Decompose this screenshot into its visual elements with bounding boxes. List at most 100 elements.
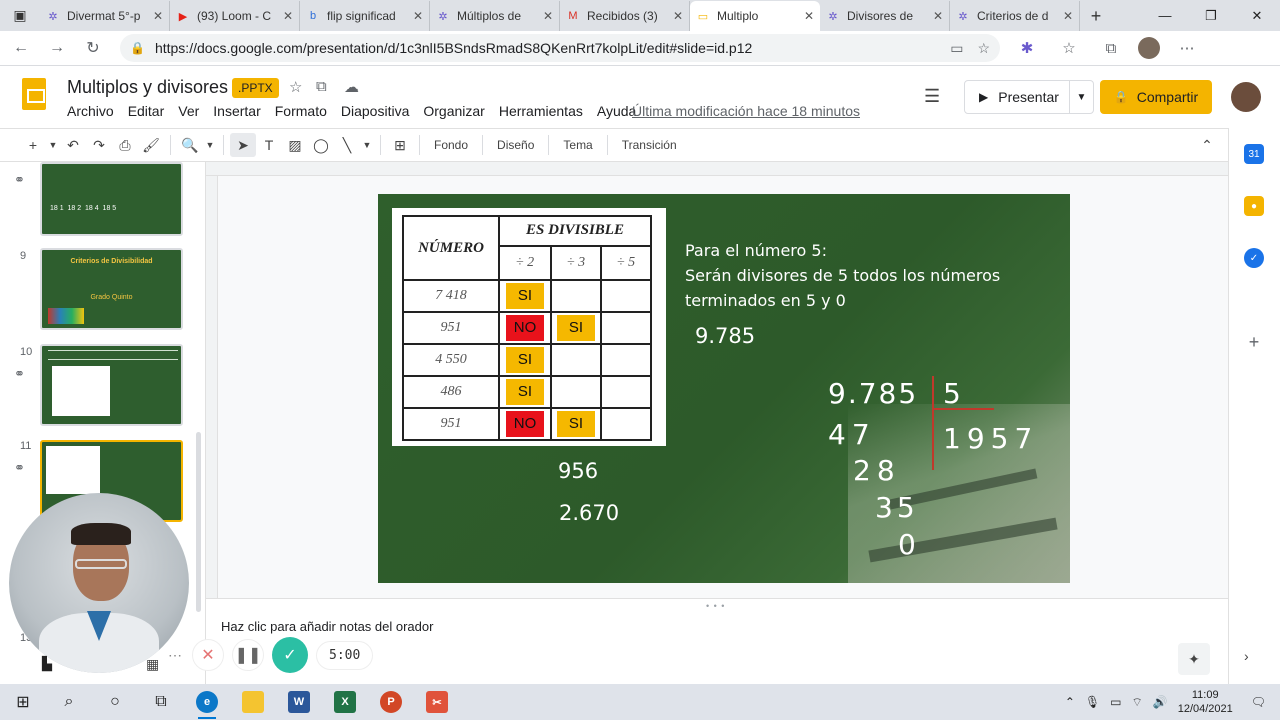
minimize-icon[interactable]: — [1142, 0, 1188, 31]
notes-resize-handle[interactable]: • • • [706, 601, 725, 611]
browser-tab[interactable]: M Recibidos (3) ✕ [560, 1, 690, 31]
browser-tab[interactable]: ✲ Divisores de ✕ [820, 1, 950, 31]
select-pointer-icon[interactable]: ➤ [230, 133, 256, 157]
move-folder-icon[interactable]: ⧉ [316, 78, 327, 95]
comments-icon[interactable]: ☰ [924, 86, 940, 107]
forward-icon[interactable]: → [42, 33, 72, 63]
user-avatar[interactable] [1231, 82, 1261, 112]
collections-icon[interactable]: ⧉ [1096, 33, 1126, 63]
notifications-icon[interactable]: 🗨 [1251, 695, 1266, 709]
layout-button[interactable]: Diseño [489, 138, 542, 152]
cortana-icon[interactable]: ○ [92, 684, 138, 720]
close-tab-icon[interactable]: ✕ [413, 9, 423, 23]
share-button[interactable]: 🔒 Compartir [1100, 80, 1212, 114]
line-dropdown-icon[interactable]: ▼ [360, 140, 374, 150]
menu-archivo[interactable]: Archivo [67, 103, 114, 119]
image-icon[interactable]: ▨ [282, 137, 308, 154]
calendar-icon[interactable]: 31 [1244, 144, 1264, 164]
current-slide[interactable]: NÚMERO ES DIVISIBLE ÷ 2 ÷ 3 ÷ 5 7 418 SI… [378, 194, 1070, 583]
close-window-icon[interactable]: ✕ [1234, 0, 1280, 31]
camera-icon[interactable]: ▭ [950, 40, 963, 57]
clock[interactable]: 11:09 12/04/2021 [1178, 688, 1233, 716]
add-comment-icon[interactable]: ⊞ [387, 137, 413, 154]
close-tab-icon[interactable]: ✕ [673, 9, 683, 23]
word-icon[interactable]: W [276, 684, 322, 720]
browser-tab[interactable]: ✲ Divermat 5°-p ✕ [40, 1, 170, 31]
cancel-recording-icon[interactable]: ✕ [192, 639, 224, 671]
shape-icon[interactable]: ◯ [308, 137, 334, 154]
close-tab-icon[interactable]: ✕ [1063, 9, 1073, 23]
browser-tab[interactable]: ✲ Múltiplos de ✕ [430, 1, 560, 31]
tab-actions-icon[interactable]: ▣ [0, 0, 40, 31]
close-tab-icon[interactable]: ✕ [153, 9, 163, 23]
line-icon[interactable]: ╲ [334, 137, 360, 154]
extension-icon[interactable]: ✱ [1012, 33, 1042, 63]
new-tab-button[interactable]: + [1080, 1, 1112, 31]
browser-tab[interactable]: b flip significad ✕ [300, 1, 430, 31]
collapse-toolbar-icon[interactable]: ⌃ [1194, 137, 1220, 154]
transition-button[interactable]: Transición [614, 138, 685, 152]
text-box-icon[interactable]: T [256, 137, 282, 153]
snipping-tool-icon[interactable]: ✂ [414, 684, 460, 720]
zoom-icon[interactable]: 🔍 [177, 137, 203, 154]
menu-formato[interactable]: Formato [275, 103, 327, 119]
slide-thumbnail[interactable] [40, 344, 183, 426]
browser-profile-avatar[interactable] [1138, 37, 1160, 59]
slide-thumbnail[interactable]: Criterios de Divisibilidad Grado Quinto [40, 248, 183, 330]
search-icon[interactable]: ⌕ [46, 684, 92, 720]
excel-icon[interactable]: X [322, 684, 368, 720]
menu-ver[interactable]: Ver [178, 103, 199, 119]
slides-logo-icon[interactable] [22, 78, 46, 110]
file-explorer-icon[interactable] [230, 684, 276, 720]
undo-icon[interactable]: ↶ [60, 137, 86, 154]
document-title[interactable]: Multiplos y divisores [67, 77, 228, 98]
more-menu-icon[interactable]: ⋯ [1172, 33, 1202, 63]
microphone-icon[interactable]: 🎙 [1085, 695, 1100, 709]
pause-recording-icon[interactable]: ❚❚ [232, 639, 264, 671]
recorder-more-icon[interactable]: ⋯ [168, 647, 182, 664]
expand-side-panel-icon[interactable]: › [1244, 648, 1249, 664]
explore-icon[interactable]: ✦ [1178, 643, 1210, 675]
edge-icon[interactable]: e [184, 684, 230, 720]
bookmark-star-icon[interactable]: ☆ [977, 40, 990, 57]
grid-view-icon[interactable]: ▦ [146, 656, 159, 673]
cloud-status-icon[interactable]: ☁ [344, 78, 359, 96]
volume-icon[interactable]: 🔊 [1153, 695, 1168, 709]
paint-format-icon[interactable]: 🖌 [138, 137, 164, 154]
show-hidden-icon[interactable]: ⌃ [1065, 695, 1075, 709]
new-slide-dropdown-icon[interactable]: ▼ [46, 140, 60, 150]
last-modified-link[interactable]: Última modificación hace 18 minutos [632, 103, 860, 119]
browser-tab[interactable]: ✲ Criterios de d ✕ [950, 1, 1080, 31]
zoom-dropdown-icon[interactable]: ▼ [203, 140, 217, 150]
keep-icon[interactable]: ● [1244, 196, 1264, 216]
panel-icon[interactable]: ▙ [42, 656, 52, 672]
powerpoint-icon[interactable]: P [368, 684, 414, 720]
reload-icon[interactable]: ↻ [78, 33, 108, 63]
start-icon[interactable]: ⊞ [0, 684, 46, 720]
star-icon[interactable]: ☆ [289, 78, 302, 96]
favorites-icon[interactable]: ☆ [1054, 33, 1084, 63]
back-icon[interactable]: ← [6, 33, 36, 63]
menu-herramientas[interactable]: Herramientas [499, 103, 583, 119]
close-tab-icon[interactable]: ✕ [804, 9, 814, 23]
present-button[interactable]: ▶ Presentar ▼ [964, 80, 1094, 114]
add-addon-icon[interactable]: + [1244, 332, 1264, 352]
close-tab-icon[interactable]: ✕ [933, 9, 943, 23]
slide-thumbnail[interactable]: 18 1 18 2 18 4 18 5 [40, 162, 183, 236]
new-slide-icon[interactable]: + [20, 137, 46, 153]
restore-icon[interactable]: ❐ [1188, 0, 1234, 31]
print-icon[interactable]: ⎙ [112, 137, 138, 154]
tasks-icon[interactable]: ✓ [1244, 248, 1264, 268]
close-tab-icon[interactable]: ✕ [543, 9, 553, 23]
redo-icon[interactable]: ↷ [86, 137, 112, 154]
menu-organizar[interactable]: Organizar [423, 103, 484, 119]
task-view-icon[interactable]: ⧉ [138, 684, 184, 720]
menu-ayuda[interactable]: Ayuda [597, 103, 636, 119]
url-field[interactable]: 🔒 https://docs.google.com/presentation/d… [120, 34, 1000, 62]
close-tab-icon[interactable]: ✕ [283, 9, 293, 23]
browser-tab[interactable]: ▶ (93) Loom - C ✕ [170, 1, 300, 31]
theme-button[interactable]: Tema [555, 138, 600, 152]
notes-placeholder[interactable]: Haz clic para añadir notas del orador [221, 619, 433, 634]
network-icon[interactable]: ⌔ [1131, 695, 1142, 710]
battery-icon[interactable]: ▭ [1110, 695, 1121, 709]
